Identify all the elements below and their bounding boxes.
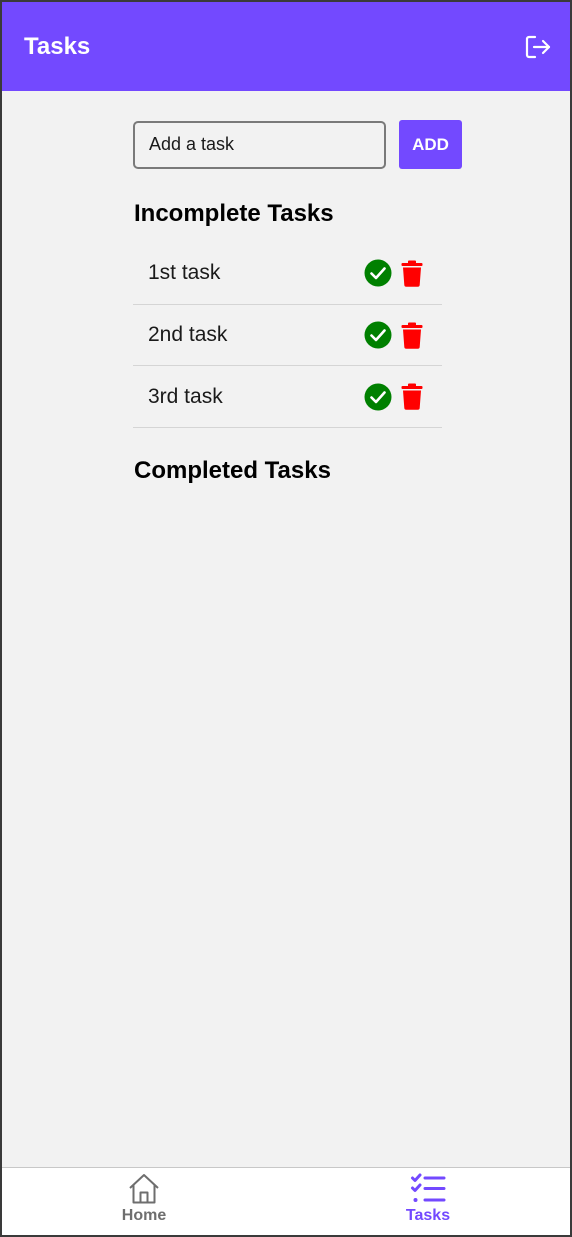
task-item: 2nd task bbox=[133, 305, 442, 367]
incomplete-task-list: 1st task 2nd task 3rd task bbox=[133, 243, 442, 429]
tasks-list-icon bbox=[411, 1173, 446, 1202]
add-task-form: ADD bbox=[133, 120, 462, 169]
task-text: 2nd task bbox=[148, 323, 228, 347]
task-actions bbox=[364, 321, 423, 349]
task-item: 3rd task bbox=[133, 366, 442, 429]
task-actions bbox=[364, 383, 423, 411]
trash-icon bbox=[401, 322, 423, 349]
home-icon bbox=[129, 1174, 159, 1204]
task-actions bbox=[364, 259, 423, 287]
delete-task-button[interactable] bbox=[401, 383, 423, 411]
incomplete-tasks-heading: Incomplete Tasks bbox=[134, 200, 334, 227]
nav-item-home[interactable]: Home bbox=[2, 1168, 286, 1235]
trash-icon bbox=[401, 260, 423, 287]
complete-task-button[interactable] bbox=[364, 259, 392, 287]
check-circle-icon bbox=[364, 383, 392, 411]
complete-task-button[interactable] bbox=[364, 383, 392, 411]
logout-button[interactable] bbox=[522, 31, 554, 63]
completed-tasks-heading: Completed Tasks bbox=[134, 457, 331, 484]
page-title: Tasks bbox=[24, 32, 91, 60]
check-circle-icon bbox=[364, 259, 392, 287]
nav-item-tasks[interactable]: Tasks bbox=[286, 1168, 570, 1235]
app-frame: Tasks ADD Incomplete Tasks 1st task bbox=[0, 0, 572, 1237]
task-item: 1st task bbox=[133, 243, 442, 305]
add-task-button[interactable]: ADD bbox=[399, 120, 462, 169]
nav-label-tasks: Tasks bbox=[405, 1207, 451, 1224]
trash-icon bbox=[401, 383, 423, 411]
bottom-navigation: Home Tasks bbox=[2, 1167, 570, 1235]
logout-icon bbox=[525, 35, 551, 58]
delete-task-button[interactable] bbox=[401, 322, 423, 349]
add-task-input[interactable] bbox=[133, 120, 386, 169]
check-circle-icon bbox=[364, 321, 392, 349]
task-text: 1st task bbox=[148, 261, 221, 285]
delete-task-button[interactable] bbox=[401, 260, 423, 287]
app-header: Tasks bbox=[2, 2, 570, 91]
nav-label-home: Home bbox=[121, 1207, 167, 1224]
complete-task-button[interactable] bbox=[364, 321, 392, 349]
task-text: 3rd task bbox=[148, 384, 223, 408]
